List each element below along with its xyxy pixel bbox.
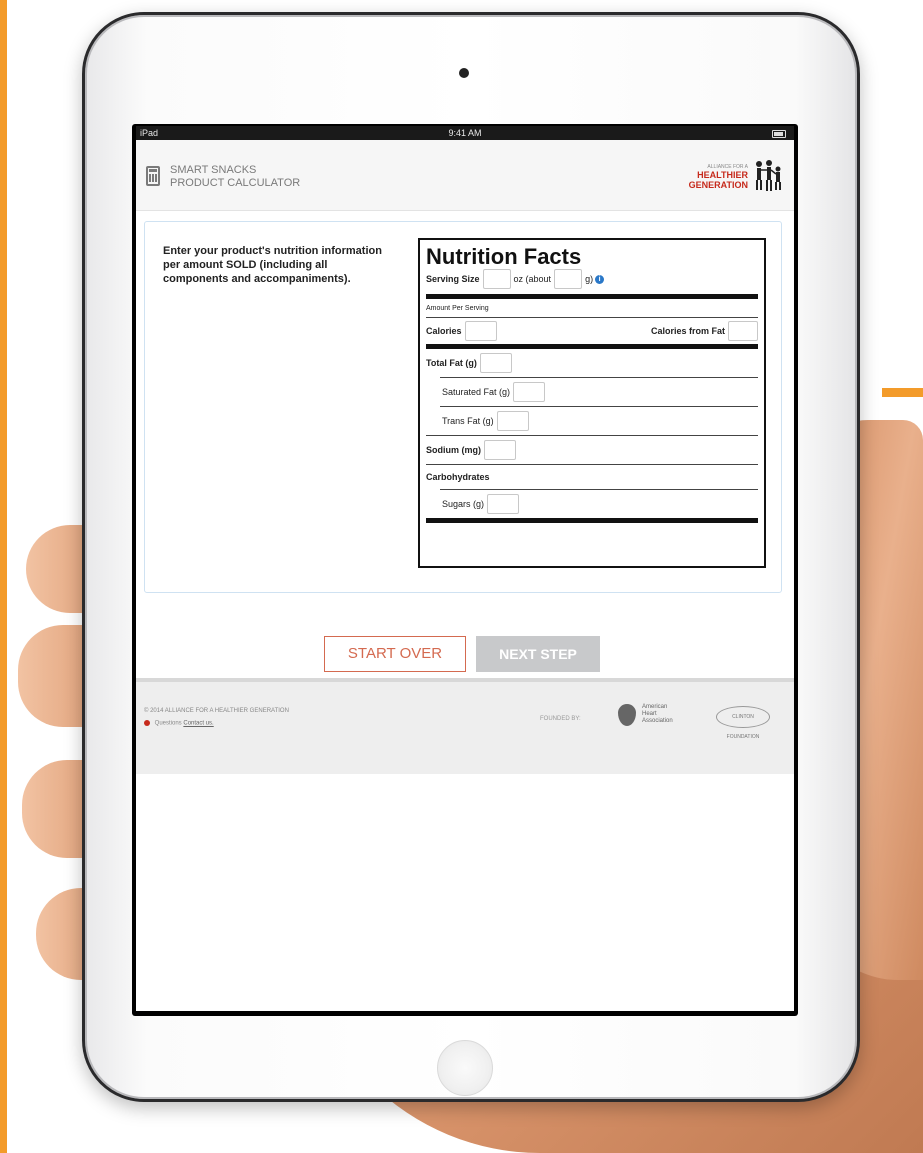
status-bar: iPad 9:41 AM [136, 126, 794, 140]
serving-size-oz-input[interactable] [482, 269, 511, 289]
sugars-label: Sugars (g) [442, 499, 485, 509]
front-camera [459, 68, 469, 78]
amount-per-serving: Amount Per Serving [426, 304, 489, 312]
people-figures-icon [756, 160, 781, 191]
saturated-fat-label: Saturated Fat (g) [442, 387, 511, 397]
question-icon [144, 720, 150, 726]
trans-fat-row: Trans Fat (g) [426, 407, 758, 435]
instructions-text: Enter your product's nutrition informati… [163, 245, 382, 285]
healthier-generation-logo[interactable]: ALLIANCE FOR A HEALTHIER GENERATION [674, 158, 784, 202]
total-fat-input[interactable] [479, 353, 512, 373]
battery-icon [772, 130, 786, 138]
contact-us-link[interactable]: Contact us. [183, 721, 213, 727]
info-icon[interactable]: i [595, 274, 605, 284]
app-title: SMART SNACKS PRODUCT CALCULATOR [170, 164, 300, 190]
calculator-panel: Enter your product's nutrition informati… [144, 221, 782, 593]
questions-label: Questions [154, 720, 182, 727]
nutrition-facts-title: Nutrition Facts [426, 244, 582, 269]
calories-from-fat-input[interactable] [728, 321, 758, 341]
carbohydrates-row: Carbohydrates [426, 465, 758, 489]
aha-logo-text[interactable]: American Heart Association [642, 704, 673, 725]
sodium-input[interactable] [484, 440, 516, 460]
logo-line1: HEALTHIER [697, 170, 748, 180]
sugars-input[interactable] [487, 494, 520, 514]
serving-size-g-input[interactable] [554, 269, 583, 289]
logo-line2: GENERATION [688, 180, 748, 190]
app-title-line1: SMART SNACKS [170, 164, 257, 176]
copyright-text: © 2014 ALLIANCE FOR A HEALTHIER GENERATI… [144, 708, 289, 714]
nutrition-facts-form: Nutrition Facts Serving Size oz (about g… [418, 238, 766, 568]
saturated-fat-input[interactable] [513, 382, 546, 402]
serving-size-label: Serving Size [426, 274, 480, 284]
aha-line3: Association [642, 718, 673, 724]
sodium-label: Sodium (mg) [426, 445, 481, 455]
logo-wordmark: HEALTHIER GENERATION [689, 170, 748, 190]
total-fat-row: Total Fat (g) [426, 349, 758, 377]
heart-torch-icon [618, 704, 636, 726]
app-viewport: iPad 9:41 AM SMART SNACKS PRODUCT CALCUL… [136, 126, 794, 1011]
calories-from-fat-label: Calories from Fat [650, 326, 725, 336]
aha-line1: American [642, 704, 668, 710]
clock: 9:41 AM [448, 128, 482, 138]
app-header: SMART SNACKS PRODUCT CALCULATOR ALLIANCE… [136, 140, 794, 211]
sugars-row: Sugars (g) [426, 490, 758, 518]
start-over-button[interactable]: START OVER [324, 636, 466, 672]
serving-oz-label: oz (about [513, 274, 552, 284]
sodium-row: Sodium (mg) [426, 436, 758, 464]
clinton-foundation-logo[interactable]: CLINTON FOUNDATION [716, 706, 770, 740]
app-title-line2: PRODUCT CALCULATOR [170, 177, 301, 189]
page-footer: © 2014 ALLIANCE FOR A HEALTHIER GENERATI… [136, 678, 794, 774]
calories-label: Calories [426, 326, 462, 336]
aha-line2: Heart [642, 711, 657, 717]
ipad-screen: iPad 9:41 AM SMART SNACKS PRODUCT CALCUL… [132, 124, 798, 1016]
total-fat-label: Total Fat (g) [426, 358, 477, 368]
orange-accent-bar [0, 0, 7, 1153]
serving-g-label: g) [585, 274, 594, 284]
carbohydrates-label: Carbohydrates [426, 472, 490, 482]
home-button[interactable] [437, 1040, 493, 1096]
calories-row: Calories Calories from Fat [426, 318, 758, 344]
next-step-button[interactable]: NEXT STEP [476, 636, 600, 672]
questions-line: Questions Contact us. [144, 720, 214, 727]
trans-fat-label: Trans Fat (g) [442, 416, 494, 426]
orange-dash [882, 388, 923, 397]
calories-input[interactable] [464, 321, 497, 341]
serving-size-row: Serving Size oz (about g) i [426, 268, 758, 290]
trans-fat-input[interactable] [496, 411, 529, 431]
founded-by-label: FOUNDED BY: [540, 716, 581, 722]
calculator-icon [146, 166, 160, 186]
saturated-fat-row: Saturated Fat (g) [426, 378, 758, 406]
